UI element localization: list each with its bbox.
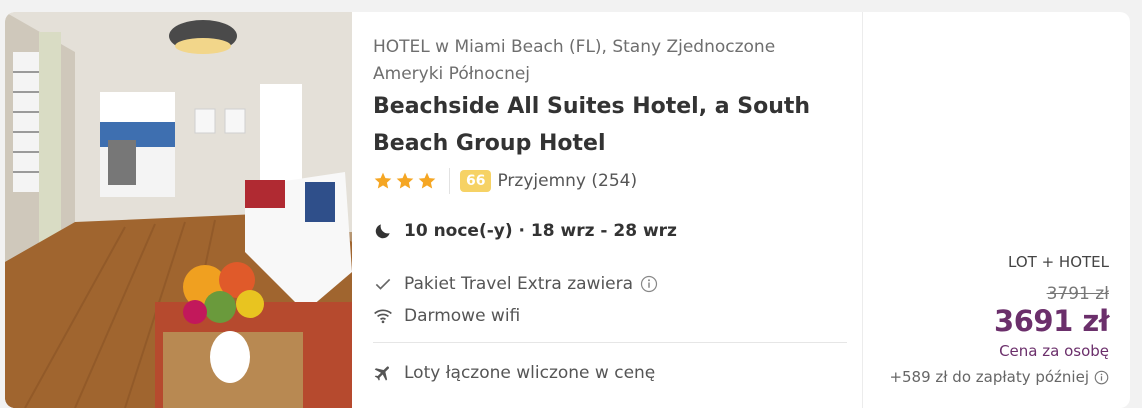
stay-dates-text: 10 noce(-y) · 18 wrz - 28 wrz [404, 221, 677, 241]
package-type: LOT + HOTEL [1008, 253, 1109, 271]
wifi-icon [374, 309, 392, 324]
review-score-badge: 66 [460, 170, 492, 192]
hotel-stars [373, 171, 437, 191]
rating-row: 66 Przyjemny (254) [373, 167, 637, 195]
price-per-person: Cena za osobę [999, 342, 1109, 360]
hotel-location: HOTEL w Miami Beach (FL), Stany Zjednocz… [373, 37, 776, 84]
feature-label: Pakiet Travel Extra zawiera [404, 274, 634, 294]
review-score-text[interactable]: Przyjemny (254) [497, 171, 637, 191]
star-icon [418, 172, 436, 189]
star-icon [396, 172, 414, 189]
feature-travel-extra: Pakiet Travel Extra zawiera [373, 271, 658, 297]
pay-later-text: +589 zł do zapłaty później [889, 368, 1089, 386]
star-icon [374, 172, 392, 189]
hotel-photo[interactable] [5, 12, 352, 408]
feature-label: Darmowe wifi [404, 306, 521, 326]
check-icon [375, 278, 391, 290]
rating-divider [449, 168, 450, 194]
feature-wifi: Darmowe wifi [373, 303, 520, 329]
flights-label: Loty łączone wliczone w cenę [404, 363, 656, 383]
info-icon[interactable] [640, 275, 658, 293]
current-price: 3691 zł [994, 304, 1109, 338]
stay-dates: 10 noce(-y) · 18 wrz - 28 wrz [373, 218, 677, 244]
flights-included: Loty łączone wliczone w cenę [373, 360, 655, 386]
info-icon[interactable] [1094, 370, 1109, 385]
plane-icon [374, 366, 389, 381]
moon-icon [375, 224, 390, 239]
room-illustration [5, 12, 352, 408]
hotel-name[interactable]: Beachside All Suites Hotel, a South Beac… [373, 88, 843, 162]
hotel-info: HOTEL w Miami Beach (FL), Stany Zjednocz… [373, 12, 847, 408]
section-divider [373, 342, 847, 343]
old-price: 3791 zł [1046, 284, 1109, 304]
hotel-offer-card[interactable]: HOTEL w Miami Beach (FL), Stany Zjednocz… [5, 12, 1130, 408]
price-panel[interactable]: LOT + HOTEL 3791 zł 3691 zł Cena za osob… [859, 12, 1109, 408]
pay-later-info: +589 zł do zapłaty później [889, 368, 1109, 386]
